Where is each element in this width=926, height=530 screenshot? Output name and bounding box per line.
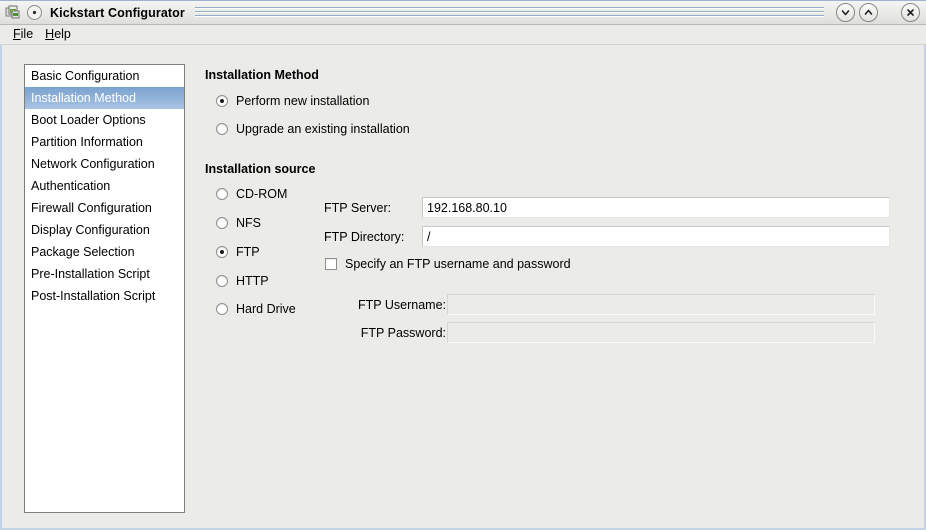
radio-source-http-label: HTTP bbox=[236, 274, 269, 288]
radio-indicator-on bbox=[216, 95, 228, 107]
radio-source-nfs[interactable]: NFS bbox=[216, 216, 261, 230]
radio-source-cdrom-label: CD-ROM bbox=[236, 187, 288, 201]
chevron-up-icon bbox=[864, 9, 873, 15]
ftp-username-label: FTP Username: bbox=[358, 298, 446, 312]
specify-ftp-credentials-label: Specify an FTP username and password bbox=[345, 257, 571, 271]
titlebar-stripes bbox=[194, 6, 824, 19]
radio-source-hard-drive[interactable]: Hard Drive bbox=[216, 302, 296, 316]
sidebar-item-display-configuration[interactable]: Display Configuration bbox=[25, 219, 184, 241]
radio-upgrade-existing-installation-label: Upgrade an existing installation bbox=[236, 122, 410, 136]
ftp-server-input[interactable] bbox=[422, 197, 890, 218]
radio-indicator-on bbox=[216, 246, 228, 258]
specify-ftp-credentials-checkbox-row[interactable]: Specify an FTP username and password bbox=[325, 257, 571, 271]
close-button[interactable] bbox=[901, 3, 920, 22]
radio-perform-new-installation-label: Perform new installation bbox=[236, 94, 370, 108]
ftp-username-input bbox=[447, 294, 875, 315]
radio-indicator-off bbox=[216, 303, 228, 315]
packages-icon bbox=[5, 4, 22, 21]
close-x-icon bbox=[907, 9, 914, 16]
menu-help-label: elp bbox=[54, 27, 71, 41]
radio-source-nfs-label: NFS bbox=[236, 216, 261, 230]
radio-source-ftp[interactable]: FTP bbox=[216, 245, 260, 259]
sidebar-item-pre-installation-script[interactable]: Pre-Installation Script bbox=[25, 263, 184, 285]
installation-source-heading: Installation source bbox=[205, 162, 316, 176]
maximize-button[interactable] bbox=[859, 3, 878, 22]
sidebar-item-installation-method[interactable]: Installation Method bbox=[25, 87, 184, 109]
window-menu-icon[interactable] bbox=[26, 4, 43, 21]
checkbox-indicator-off bbox=[325, 258, 337, 270]
menubar: File Help bbox=[0, 25, 926, 45]
menu-file-label: ile bbox=[20, 27, 34, 41]
minimize-button[interactable] bbox=[836, 3, 855, 22]
sidebar-item-package-selection[interactable]: Package Selection bbox=[25, 241, 184, 263]
application-window: Kickstart Configurator File Help Basic C… bbox=[0, 0, 926, 530]
sidebar-item-authentication[interactable]: Authentication bbox=[25, 175, 184, 197]
ftp-password-label: FTP Password: bbox=[360, 326, 446, 340]
ftp-directory-label: FTP Directory: bbox=[324, 230, 405, 244]
content-area: Basic Configuration Installation Method … bbox=[2, 46, 924, 528]
installation-method-heading: Installation Method bbox=[205, 68, 319, 82]
ftp-server-label: FTP Server: bbox=[324, 201, 392, 215]
sidebar-item-partition-information[interactable]: Partition Information bbox=[25, 131, 184, 153]
radio-indicator-off bbox=[216, 275, 228, 287]
sidebar-item-boot-loader-options[interactable]: Boot Loader Options bbox=[25, 109, 184, 131]
radio-indicator-off bbox=[216, 123, 228, 135]
radio-indicator-off bbox=[216, 217, 228, 229]
window-titlebar[interactable]: Kickstart Configurator bbox=[0, 0, 926, 25]
ftp-password-input bbox=[447, 322, 875, 343]
radio-source-hard-drive-label: Hard Drive bbox=[236, 302, 296, 316]
ftp-directory-input[interactable] bbox=[422, 226, 890, 247]
radio-upgrade-existing-installation[interactable]: Upgrade an existing installation bbox=[216, 122, 410, 136]
sidebar-item-basic-configuration[interactable]: Basic Configuration bbox=[25, 65, 184, 87]
chevron-down-icon bbox=[841, 10, 850, 16]
radio-source-ftp-label: FTP bbox=[236, 245, 260, 259]
main-panel: Installation Method Perform new installa… bbox=[197, 46, 912, 528]
menu-help[interactable]: Help bbox=[40, 26, 78, 43]
sidebar-item-network-configuration[interactable]: Network Configuration bbox=[25, 153, 184, 175]
radio-source-http[interactable]: HTTP bbox=[216, 274, 269, 288]
sidebar-item-firewall-configuration[interactable]: Firewall Configuration bbox=[25, 197, 184, 219]
sidebar-list[interactable]: Basic Configuration Installation Method … bbox=[24, 64, 185, 513]
radio-source-cdrom[interactable]: CD-ROM bbox=[216, 187, 287, 201]
window-title: Kickstart Configurator bbox=[50, 5, 185, 20]
radio-perform-new-installation[interactable]: Perform new installation bbox=[216, 94, 369, 108]
radio-indicator-off bbox=[216, 188, 228, 200]
menu-file[interactable]: File bbox=[8, 26, 40, 43]
sidebar-item-post-installation-script[interactable]: Post-Installation Script bbox=[25, 285, 184, 307]
